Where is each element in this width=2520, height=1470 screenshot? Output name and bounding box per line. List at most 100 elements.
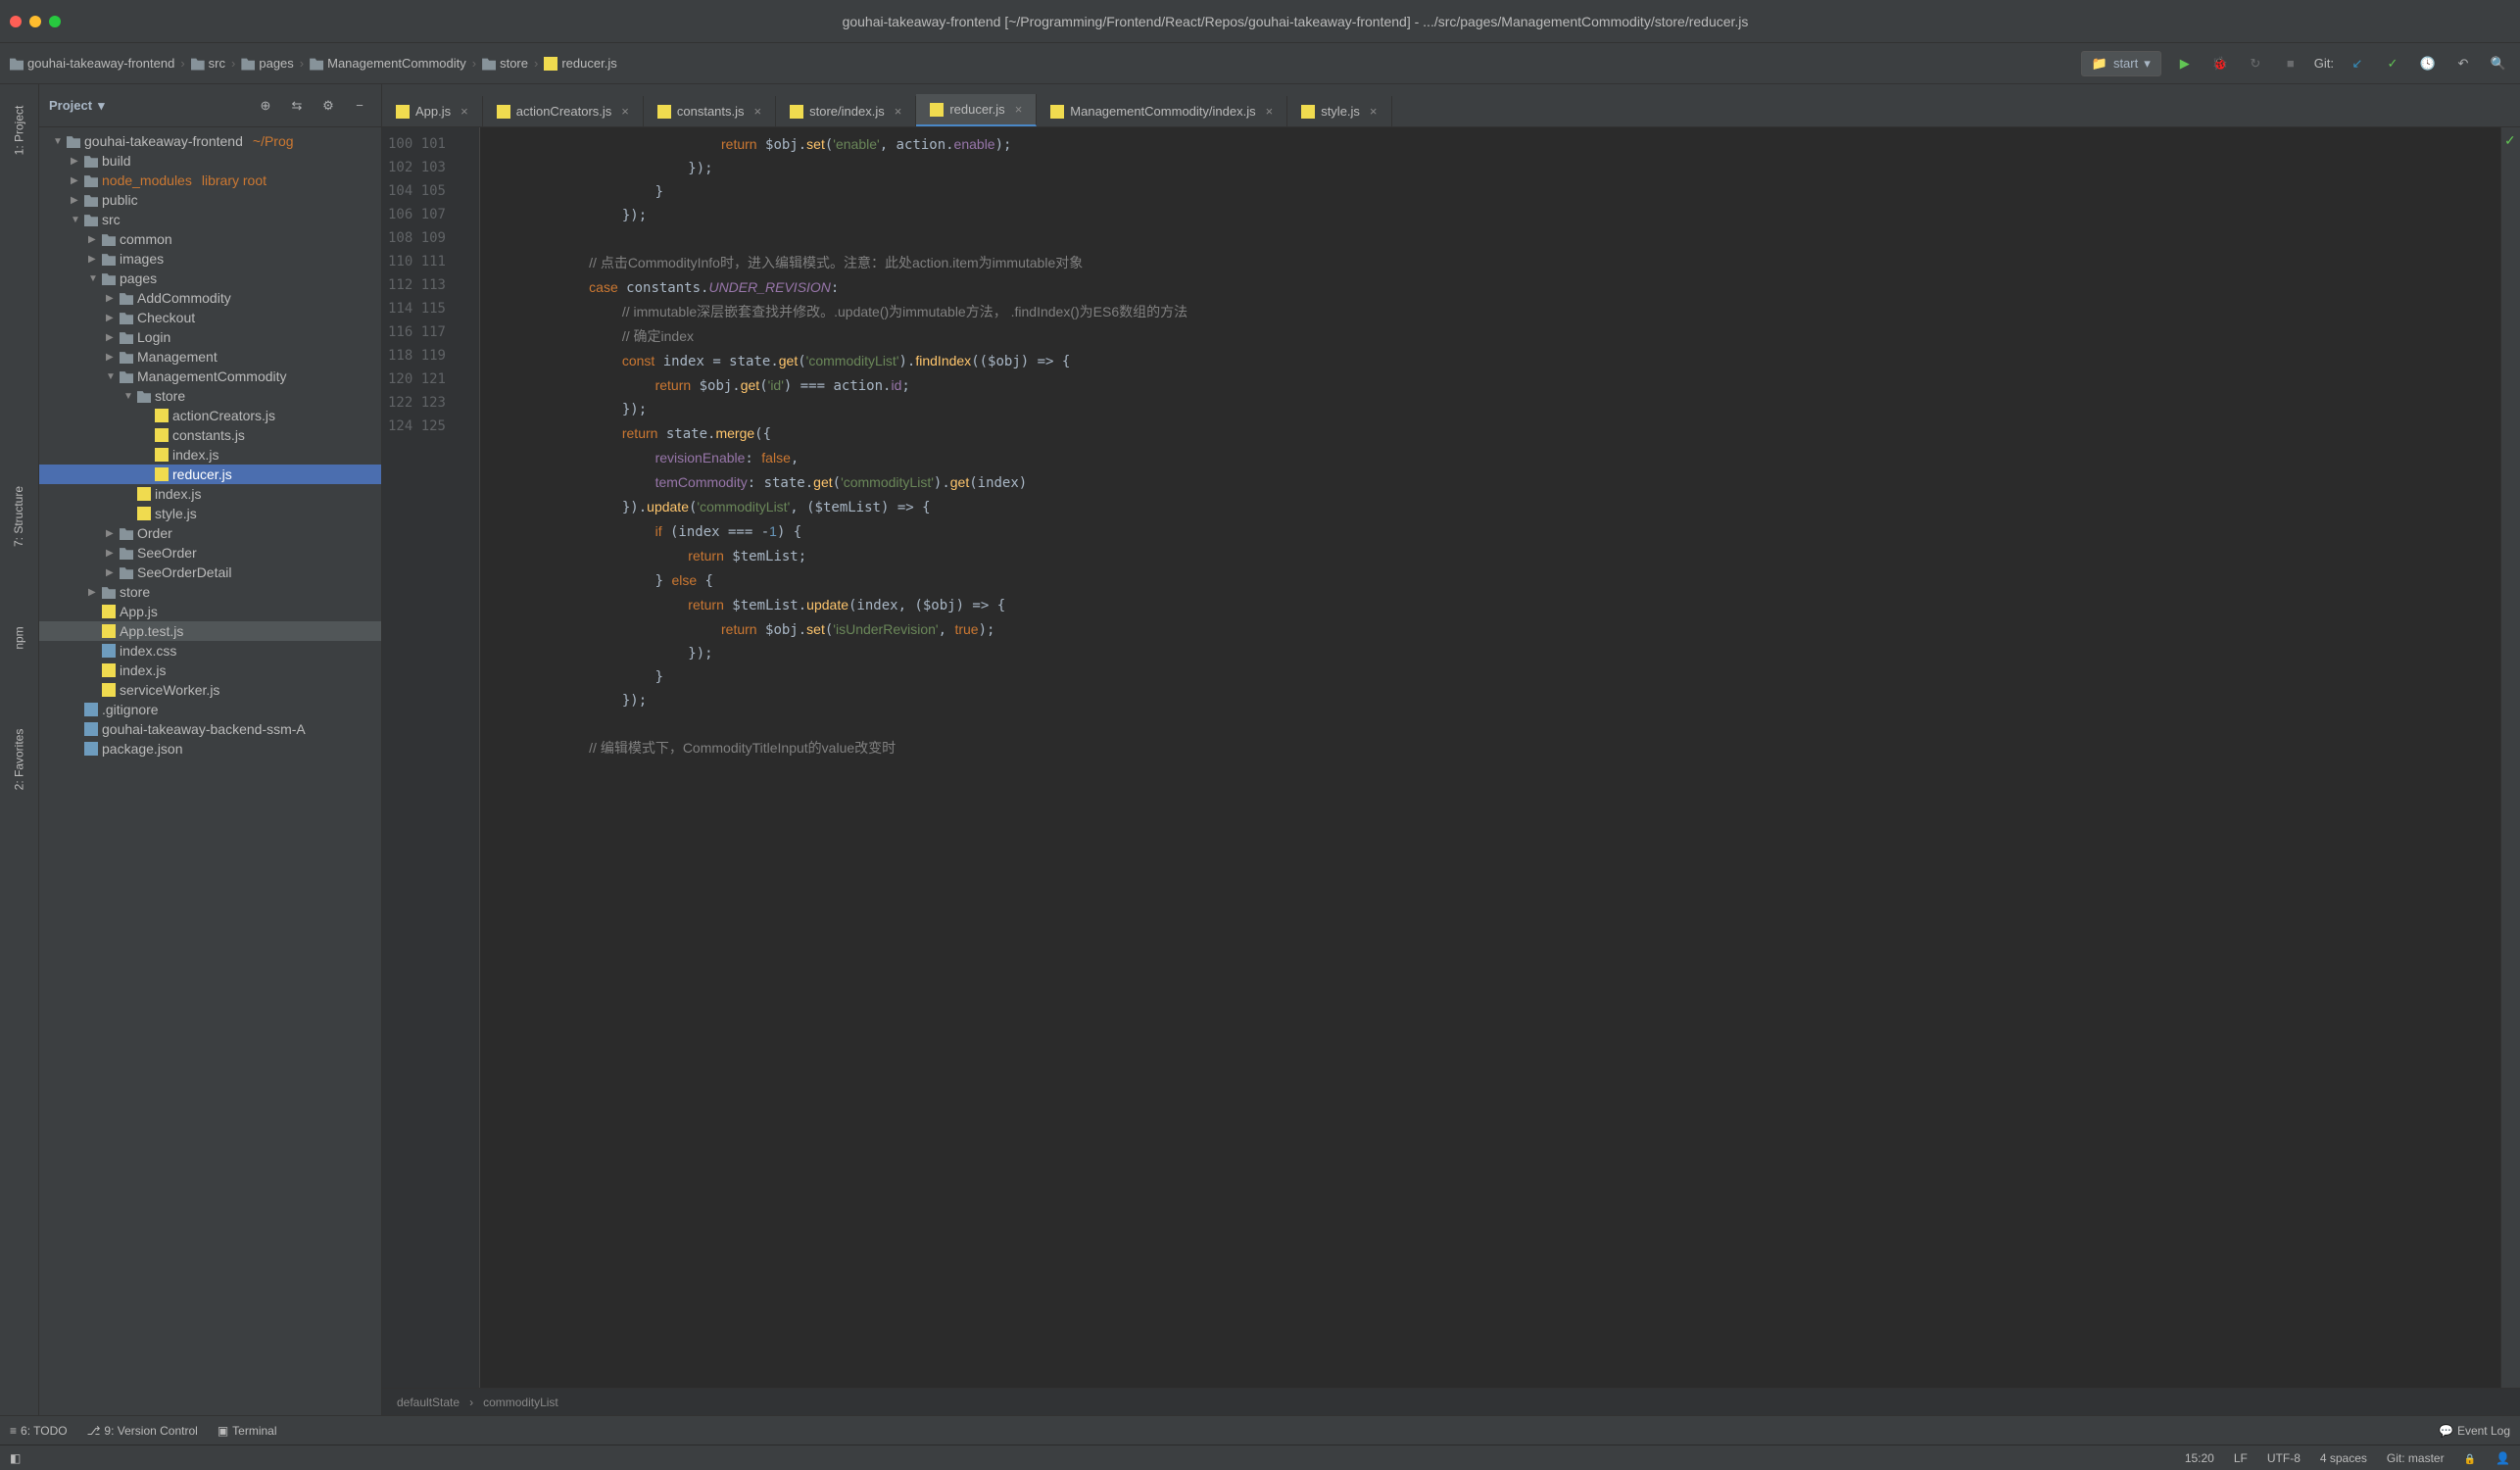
vcs-history-button[interactable]: 🕓: [2416, 52, 2440, 75]
indent-settings[interactable]: 4 spaces: [2320, 1451, 2367, 1465]
tree-item-pages[interactable]: ▼ pages: [39, 269, 381, 288]
locate-file-button[interactable]: ⊕: [254, 94, 277, 118]
tree-item-src[interactable]: ▼ src: [39, 210, 381, 229]
tool-structure-button[interactable]: 7: Structure: [13, 486, 26, 547]
tool-window-quick-access-icon[interactable]: ◧: [10, 1451, 21, 1465]
chevron-down-icon: ▾: [98, 98, 105, 114]
breadcrumb-item[interactable]: gouhai-takeaway-frontend: [10, 56, 174, 71]
tree-item-checkout[interactable]: ▶ Checkout: [39, 308, 381, 327]
tree-item-seeorderdetail[interactable]: ▶ SeeOrderDetail: [39, 563, 381, 582]
close-tab-icon[interactable]: ×: [1370, 104, 1378, 119]
editor-tab-store-index-js[interactable]: store/index.js×: [776, 96, 916, 126]
settings-button[interactable]: ⚙: [316, 94, 340, 118]
tree-item-node-modules[interactable]: ▶ node_modules library root: [39, 171, 381, 190]
editor-tab-managementcommodity-index-js[interactable]: ManagementCommodity/index.js×: [1037, 96, 1287, 126]
project-panel-title[interactable]: Project ▾: [49, 98, 254, 114]
project-tree[interactable]: ▼ gouhai-takeaway-frontend ~/Prog▶ build…: [39, 127, 381, 1415]
tree-item-index-js[interactable]: index.js: [39, 661, 381, 680]
breadcrumb-item[interactable]: src: [191, 56, 225, 71]
tree-item-app-test-js[interactable]: App.test.js: [39, 621, 381, 641]
collapse-button[interactable]: −: [348, 94, 371, 118]
editor-tab-app-js[interactable]: App.js×: [382, 96, 483, 126]
tool-npm-button[interactable]: npm: [13, 626, 26, 649]
tree-item-index-js[interactable]: index.js: [39, 445, 381, 465]
expand-all-button[interactable]: ⇆: [285, 94, 309, 118]
run-with-coverage-button[interactable]: ↻: [2244, 52, 2267, 75]
lock-icon[interactable]: [2464, 1451, 2476, 1465]
vcs-update-button[interactable]: ↙: [2346, 52, 2369, 75]
event-log-button[interactable]: 💬 Event Log: [2439, 1424, 2510, 1438]
todo-tool-button[interactable]: ≡ 6: TODO: [10, 1424, 68, 1438]
minimize-window-button[interactable]: [29, 16, 41, 27]
vcs-revert-button[interactable]: ↶: [2451, 52, 2475, 75]
stop-button[interactable]: ■: [2279, 52, 2302, 75]
breadcrumb-item[interactable]: commodityList: [483, 1396, 558, 1409]
tree-item-public[interactable]: ▶ public: [39, 190, 381, 210]
editor-tab-actioncreators-js[interactable]: actionCreators.js×: [483, 96, 644, 126]
editor-tab-constants-js[interactable]: constants.js×: [644, 96, 776, 126]
tree-item-gouhai-takeaway-frontend[interactable]: ▼ gouhai-takeaway-frontend ~/Prog: [39, 131, 381, 151]
tree-item-build[interactable]: ▶ build: [39, 151, 381, 171]
tree-item-constants-js[interactable]: constants.js: [39, 425, 381, 445]
tree-item-reducer-js[interactable]: reducer.js: [39, 465, 381, 484]
tree-item-app-js[interactable]: App.js: [39, 602, 381, 621]
tree-item--gitignore[interactable]: .gitignore: [39, 700, 381, 719]
breadcrumb-item[interactable]: store: [482, 56, 528, 71]
search-everywhere-button[interactable]: 🔍: [2487, 52, 2510, 75]
editor-tab-style-js[interactable]: style.js×: [1287, 96, 1391, 126]
folder-icon: [120, 526, 133, 540]
line-number-gutter[interactable]: 100 101 102 103 104 105 106 107 108 109 …: [382, 127, 460, 1388]
folder-icon: [120, 369, 133, 383]
tree-item-store[interactable]: ▶ store: [39, 582, 381, 602]
tree-item-images[interactable]: ▶ images: [39, 249, 381, 269]
tree-item-actioncreators-js[interactable]: actionCreators.js: [39, 406, 381, 425]
vcs-commit-button[interactable]: ✓: [2381, 52, 2404, 75]
maximize-window-button[interactable]: [49, 16, 61, 27]
fold-gutter[interactable]: [460, 127, 480, 1388]
inspection-ok-icon[interactable]: ✓: [2504, 132, 2516, 149]
tool-project-button[interactable]: 1: Project: [13, 106, 26, 156]
tree-item-seeorder[interactable]: ▶ SeeOrder: [39, 543, 381, 563]
close-tab-icon[interactable]: ×: [460, 104, 468, 119]
tree-item-style-js[interactable]: style.js: [39, 504, 381, 523]
close-tab-icon[interactable]: ×: [754, 104, 762, 119]
tree-item-store[interactable]: ▼ store: [39, 386, 381, 406]
breadcrumb-item[interactable]: reducer.js: [544, 56, 616, 71]
js-file-icon: [155, 448, 169, 462]
tree-item-managementcommodity[interactable]: ▼ ManagementCommodity: [39, 367, 381, 386]
tree-item-common[interactable]: ▶ common: [39, 229, 381, 249]
close-window-button[interactable]: [10, 16, 22, 27]
close-tab-icon[interactable]: ×: [895, 104, 902, 119]
run-configuration-selector[interactable]: 📁 start ▾: [2081, 51, 2161, 76]
breadcrumb-item[interactable]: ManagementCommodity: [310, 56, 466, 71]
terminal-tool-button[interactable]: ▣ Terminal: [218, 1424, 277, 1438]
version-control-tool-button[interactable]: ⎇ 9: Version Control: [87, 1424, 198, 1438]
close-tab-icon[interactable]: ×: [1015, 102, 1023, 117]
tree-item-order[interactable]: ▶ Order: [39, 523, 381, 543]
chevron-right-icon: ›: [469, 1396, 473, 1409]
tree-item-index-css[interactable]: index.css: [39, 641, 381, 661]
tool-favorites-button[interactable]: 2: Favorites: [13, 729, 26, 791]
tree-item-gouhai-takeaway-backend-ssm-a[interactable]: gouhai-takeaway-backend-ssm-A: [39, 719, 381, 739]
run-button[interactable]: ▶: [2173, 52, 2197, 75]
breadcrumb-item[interactable]: defaultState: [397, 1396, 460, 1409]
tree-item-management[interactable]: ▶ Management: [39, 347, 381, 367]
tree-item-serviceworker-js[interactable]: serviceWorker.js: [39, 680, 381, 700]
folder-icon: [120, 311, 133, 324]
close-tab-icon[interactable]: ×: [1266, 104, 1274, 119]
breadcrumb-item[interactable]: pages: [241, 56, 293, 71]
debug-button[interactable]: 🐞: [2208, 52, 2232, 75]
tree-item-login[interactable]: ▶ Login: [39, 327, 381, 347]
code-editor[interactable]: return $obj.set('enable', action.enable)…: [480, 127, 2500, 1388]
inspector-icon[interactable]: 👤: [2496, 1451, 2510, 1465]
close-tab-icon[interactable]: ×: [621, 104, 629, 119]
folder-icon: [241, 57, 255, 71]
editor-tab-reducer-js[interactable]: reducer.js×: [916, 94, 1037, 126]
git-branch[interactable]: Git: master: [2387, 1451, 2445, 1465]
tree-item-addcommodity[interactable]: ▶ AddCommodity: [39, 288, 381, 308]
cursor-position[interactable]: 15:20: [2185, 1451, 2214, 1465]
file-encoding[interactable]: UTF-8: [2267, 1451, 2301, 1465]
tree-item-index-js[interactable]: index.js: [39, 484, 381, 504]
line-separator[interactable]: LF: [2234, 1451, 2248, 1465]
tree-item-package-json[interactable]: package.json: [39, 739, 381, 759]
